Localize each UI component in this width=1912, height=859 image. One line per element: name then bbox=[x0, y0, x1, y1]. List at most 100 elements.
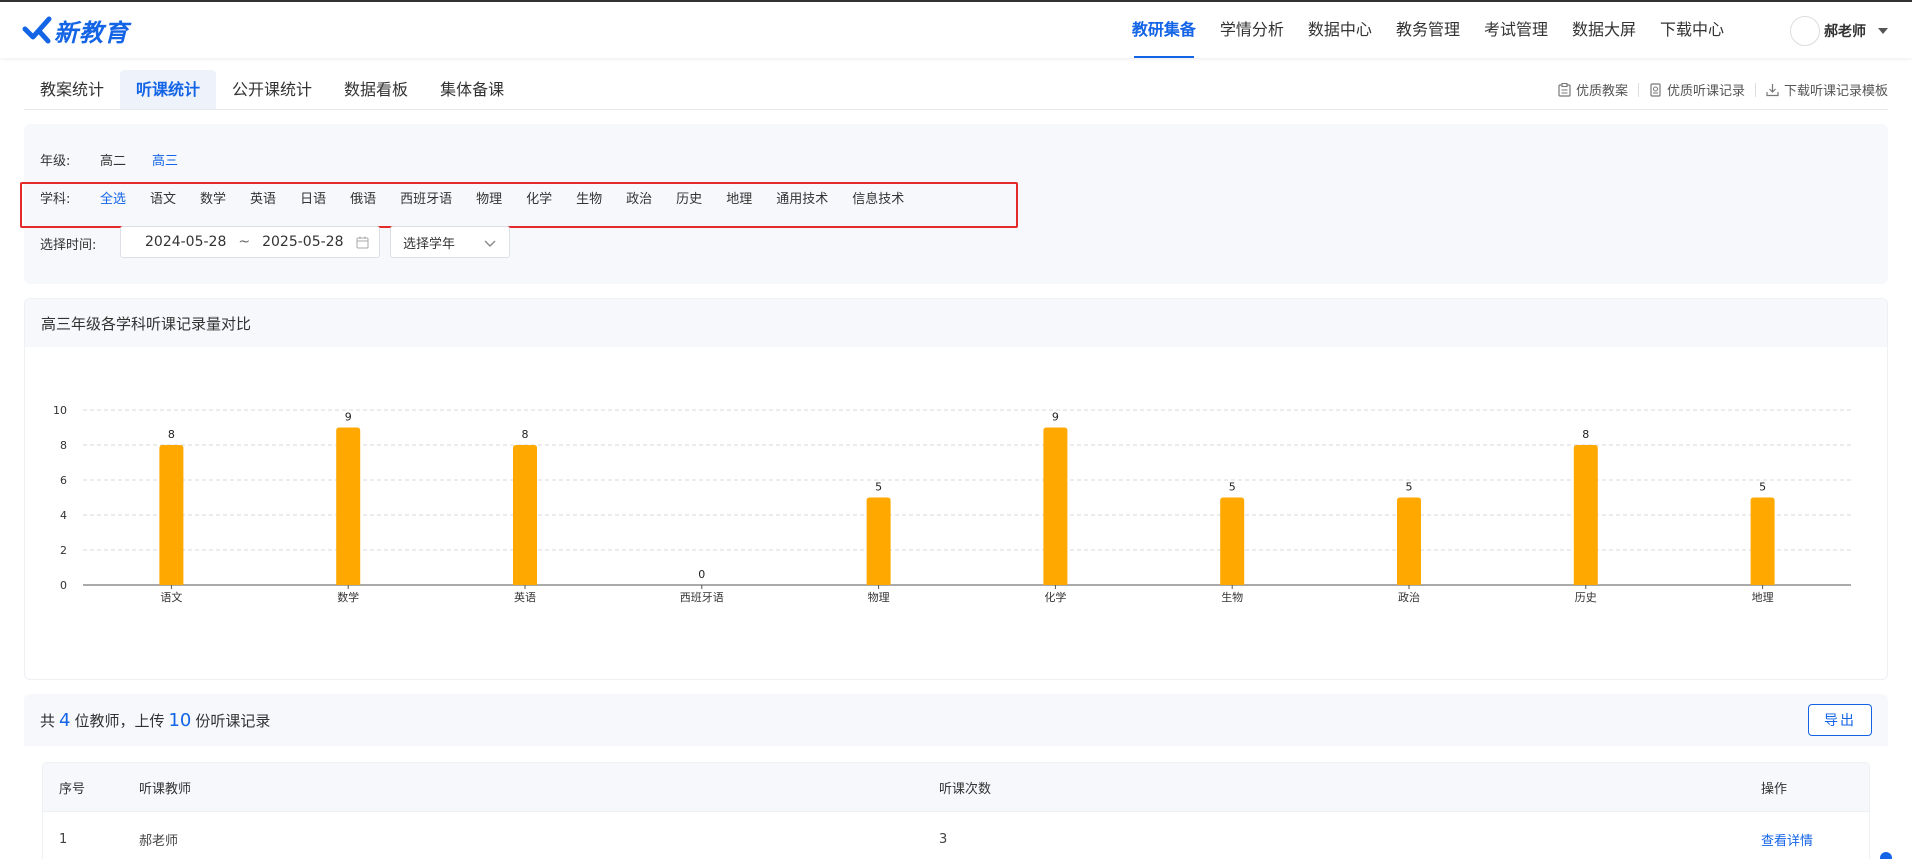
subject-option[interactable]: 化学 bbox=[526, 188, 552, 207]
school-year-select[interactable]: 选择学年 bbox=[390, 226, 510, 258]
summary-suffix: 份听课记录 bbox=[195, 711, 271, 730]
y-tick-label: 2 bbox=[60, 544, 67, 557]
export-button[interactable]: 导出 bbox=[1808, 704, 1872, 736]
data-label: 5 bbox=[875, 481, 882, 494]
floating-help-button[interactable] bbox=[1880, 852, 1892, 859]
tab-4[interactable]: 集体备课 bbox=[424, 70, 520, 110]
x-tick-label: 物理 bbox=[868, 590, 890, 604]
nav-item-2[interactable]: 数据中心 bbox=[1296, 2, 1384, 58]
quick-link-quality-records[interactable]: 优质听课记录 bbox=[1649, 80, 1745, 99]
subject-option[interactable]: 俄语 bbox=[350, 188, 376, 207]
quick-link-label: 下载听课记录模板 bbox=[1783, 84, 1888, 99]
x-tick-label: 政治 bbox=[1398, 590, 1420, 604]
subject-option[interactable]: 全选 bbox=[100, 188, 126, 207]
tab-0[interactable]: 教案统计 bbox=[24, 70, 120, 110]
data-label: 5 bbox=[1406, 481, 1413, 494]
grade-option[interactable]: 高三 bbox=[152, 150, 178, 169]
subject-option[interactable]: 生物 bbox=[576, 188, 602, 207]
subject-option[interactable]: 信息技术 bbox=[852, 188, 904, 207]
table-row: 1 郝老师 3 查看详情 bbox=[43, 811, 1869, 859]
subject-option[interactable]: 日语 bbox=[300, 188, 326, 207]
tab-2[interactable]: 公开课统计 bbox=[216, 70, 328, 110]
bar-chart: 0 2 4 6 8 10 8 语文 9 数学 8 英语 0 西班牙语 5 物理 9 化学 5 生物 5 政治 8 历史 5 地理 bbox=[53, 404, 1851, 604]
nav-item-6[interactable]: 下载中心 bbox=[1648, 2, 1736, 58]
subject-option[interactable]: 通用技术 bbox=[776, 188, 828, 207]
tab-3[interactable]: 数据看板 bbox=[328, 70, 424, 110]
subject-option[interactable]: 西班牙语 bbox=[400, 188, 452, 207]
subject-option[interactable]: 语文 bbox=[150, 188, 176, 207]
end-date: 2025-05-28 bbox=[262, 234, 344, 250]
view-details-link[interactable]: 查看详情 bbox=[1761, 830, 1813, 849]
calendar-icon bbox=[356, 236, 369, 249]
user-name: 郝老师 bbox=[1824, 24, 1866, 40]
summary-prefix: 共 bbox=[40, 711, 56, 730]
data-label: 8 bbox=[522, 428, 529, 441]
download-icon bbox=[1766, 83, 1779, 96]
chart-card: 高三年级各学科听课记录量对比 0 2 4 6 8 10 8 语文 9 数学 8 英语 0 西班牙语 5 物理 9… bbox=[24, 298, 1888, 680]
bar bbox=[1220, 497, 1245, 585]
start-date: 2024-05-28 bbox=[145, 234, 227, 250]
subject-option[interactable]: 地理 bbox=[726, 188, 752, 207]
records-table: 序号 听课教师 听课次数 操作 1 郝老师 3 查看详情 bbox=[42, 762, 1870, 859]
bar bbox=[1750, 497, 1775, 585]
x-tick-label: 历史 bbox=[1575, 591, 1597, 604]
bar bbox=[1397, 497, 1421, 585]
subject-option[interactable]: 物理 bbox=[476, 188, 502, 207]
nav-item-3[interactable]: 教务管理 bbox=[1384, 2, 1472, 58]
bar bbox=[866, 497, 891, 585]
x-tick-label: 西班牙语 bbox=[680, 591, 724, 604]
y-tick-label: 4 bbox=[60, 509, 67, 522]
column-header-index: 序号 bbox=[59, 781, 86, 797]
date-range-picker[interactable]: 2024-05-28 ~ 2025-05-28 bbox=[120, 226, 380, 258]
nav-item-5[interactable]: 数据大屏 bbox=[1560, 2, 1648, 58]
y-tick-label: 0 bbox=[60, 579, 67, 592]
column-header-count: 听课次数 bbox=[939, 781, 992, 797]
nav-item-1[interactable]: 学情分析 bbox=[1208, 2, 1296, 58]
column-header-action: 操作 bbox=[1761, 781, 1788, 797]
top-header: 新教育 教研集备 学情分析 数据中心 教务管理 考试管理 数据大屏 下载中心 郝老师 bbox=[0, 2, 1912, 58]
x-tick-label: 语文 bbox=[160, 590, 182, 604]
nav-item-4[interactable]: 考试管理 bbox=[1472, 2, 1560, 58]
data-label: 5 bbox=[1229, 481, 1236, 494]
quick-link-quality-lesson-plan[interactable]: 优质教案 bbox=[1558, 80, 1628, 99]
subject-option[interactable]: 政治 bbox=[626, 188, 652, 207]
sub-tabs: 教案统计 听课统计 公开课统计 数据看板 集体备课 bbox=[24, 70, 520, 110]
subject-option[interactable]: 数学 bbox=[200, 188, 226, 207]
caret-down-icon bbox=[1878, 28, 1888, 34]
quick-links: 优质教案 优质听课记录 下载听课记录模板 bbox=[1558, 80, 1888, 99]
filter-panel: 年级: 高二 高三 学科: 全选 语文 数学 英语 日语 俄语 西班牙语 物理 化学 生物 政治 历史 地… bbox=[24, 124, 1888, 284]
data-label: 5 bbox=[1759, 481, 1766, 494]
divider bbox=[1637, 82, 1639, 97]
school-year-select-value: 选择学年 bbox=[403, 236, 456, 252]
divider bbox=[1754, 82, 1756, 97]
x-tick-label: 地理 bbox=[1752, 591, 1774, 604]
subject-option[interactable]: 历史 bbox=[676, 188, 702, 207]
chevron-down-icon bbox=[484, 240, 496, 247]
grade-option[interactable]: 高二 bbox=[100, 150, 126, 169]
record-count: 10 bbox=[168, 709, 192, 731]
column-header-teacher: 听课教师 bbox=[139, 781, 192, 797]
chart-title: 高三年级各学科听课记录量对比 bbox=[25, 299, 1887, 347]
nav-item-0[interactable]: 教研集备 bbox=[1120, 2, 1208, 58]
y-tick-label: 6 bbox=[60, 474, 67, 487]
bar bbox=[513, 445, 537, 585]
summary-card: 共 4 位教师，上传 10 份听课记录 导出 序号 听课教师 听课次数 操作 1… bbox=[24, 694, 1888, 859]
row-count: 3 bbox=[939, 832, 948, 847]
time-filter: 选择时间: bbox=[40, 234, 120, 253]
y-tick-label: 8 bbox=[60, 439, 67, 452]
row-index: 1 bbox=[59, 832, 68, 847]
subject-filter: 学科: 全选 语文 数学 英语 日语 俄语 西班牙语 物理 化学 生物 政治 历史 地理 通用技术 信息技术 bbox=[40, 188, 928, 207]
user-menu[interactable]: 郝老师 bbox=[1790, 16, 1888, 46]
row-teacher: 郝老师 bbox=[139, 834, 179, 849]
logo-check-icon bbox=[22, 16, 52, 44]
bar bbox=[159, 445, 184, 585]
date-separator: ~ bbox=[238, 234, 251, 250]
data-label: 8 bbox=[1582, 428, 1589, 441]
quick-link-download-template[interactable]: 下载听课记录模板 bbox=[1766, 80, 1888, 99]
subject-option[interactable]: 英语 bbox=[250, 188, 276, 207]
clipboard-icon bbox=[1558, 82, 1571, 97]
logo[interactable]: 新教育 bbox=[22, 12, 129, 48]
data-label: 0 bbox=[698, 568, 705, 581]
quick-link-label: 优质教案 bbox=[1575, 84, 1628, 99]
tab-1[interactable]: 听课统计 bbox=[120, 70, 217, 110]
